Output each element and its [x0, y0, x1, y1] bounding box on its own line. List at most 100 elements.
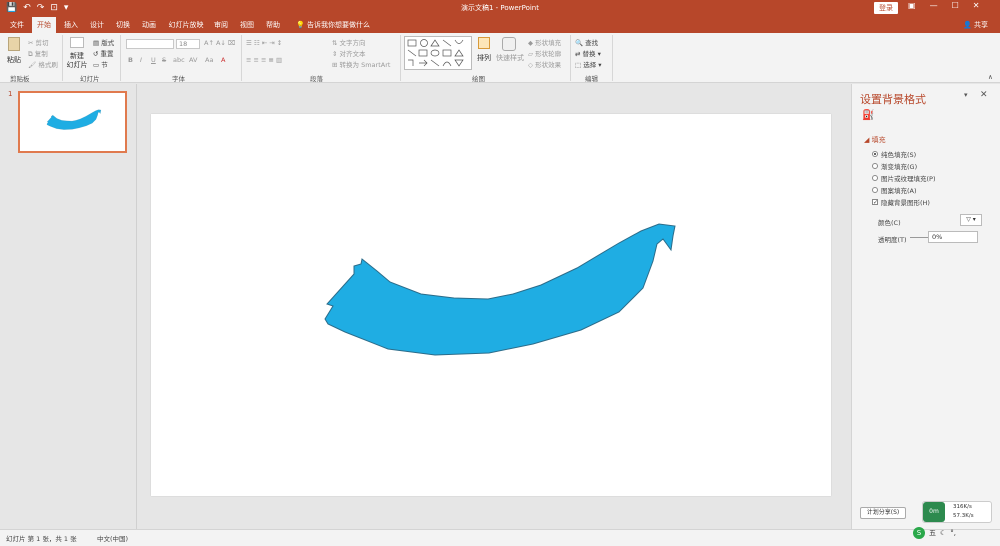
tab-animations[interactable]: 动画 [138, 17, 160, 33]
radio-button[interactable] [872, 187, 878, 193]
window-controls: ▣ — ☐ ✕ [908, 1, 979, 10]
language-status[interactable]: 中文(中国) [97, 533, 128, 543]
change-case-button[interactable]: Aa [205, 56, 213, 64]
collapse-ribbon-icon[interactable]: ∧ [988, 73, 993, 81]
ribbon-separator [62, 35, 63, 81]
punctuation-icon[interactable]: °, [950, 529, 956, 537]
reset-label: 重置 [100, 50, 114, 58]
cut-label: 剪切 [35, 39, 49, 47]
shape-fill-button[interactable]: ◆ 形状填充 [528, 37, 561, 47]
fill-section-header[interactable]: ◢ 填充 [864, 135, 886, 145]
picture-fill-option[interactable]: 图片或纹理填充(P) [872, 173, 936, 183]
layout-button[interactable]: ▤ 版式 [93, 37, 114, 47]
shape-outline-button[interactable]: ▱ 形状轮廓 [528, 48, 561, 58]
tab-help[interactable]: 帮助 [262, 17, 284, 33]
paste-button[interactable]: 粘贴 [4, 55, 24, 65]
sogou-icon[interactable]: S [913, 527, 925, 539]
paste-icon[interactable] [8, 37, 20, 51]
new-slide-button-line2[interactable]: 幻灯片 [64, 60, 90, 70]
hide-background-graphics-option[interactable]: ✓ 隐藏背景图形(H) [872, 197, 930, 207]
tab-home[interactable]: 开始 [32, 17, 56, 33]
tab-review[interactable]: 审阅 [210, 17, 232, 33]
select-button[interactable]: ⬚ 选择 ▾ [575, 59, 602, 69]
smartart-button[interactable]: ⊞ 转换为 SmartArt [332, 59, 390, 69]
pane-options-icon[interactable]: ▾ [964, 91, 968, 99]
find-label: 查找 [585, 39, 599, 47]
network-speed-widget: 0m 316K/s 57.3K/s [922, 501, 992, 523]
transparency-slider[interactable] [910, 237, 928, 238]
ime-mode-label[interactable]: 五 [929, 528, 936, 538]
color-picker-button[interactable]: ▽ ▾ [960, 214, 982, 226]
quick-styles-icon[interactable] [502, 37, 516, 51]
thumbnail-shape [46, 109, 102, 130]
replace-label: 替换 [582, 50, 596, 58]
radio-button[interactable] [872, 163, 878, 169]
section-button[interactable]: ▭ 节 [93, 59, 108, 69]
checkbox[interactable]: ✓ [872, 199, 878, 206]
slide-thumbnail[interactable] [18, 91, 127, 153]
tab-slideshow[interactable]: 幻灯片放映 [166, 17, 206, 33]
italic-button[interactable]: I [140, 56, 142, 64]
maximize-icon[interactable]: ☐ [952, 1, 959, 10]
transparency-input[interactable]: 0% [928, 231, 978, 243]
shape-fill-label: 形状填充 [535, 39, 562, 47]
radio-button[interactable] [872, 151, 878, 157]
tab-design[interactable]: 设计 [86, 17, 108, 33]
transparency-label: 透明度(T) [878, 236, 907, 244]
smartart-label: 转换为 SmartArt [339, 61, 391, 69]
moon-icon[interactable]: ☾ [940, 529, 946, 537]
color-label: 颜色(C) [878, 219, 901, 227]
tab-insert[interactable]: 插入 [60, 17, 82, 33]
tab-transitions[interactable]: 切换 [112, 17, 134, 33]
minimize-icon[interactable]: — [930, 1, 938, 10]
shapes-gallery[interactable] [404, 36, 472, 70]
font-family-combo[interactable] [126, 39, 174, 49]
pattern-fill-option[interactable]: 图案填充(A) [872, 185, 917, 195]
underline-button[interactable]: U [151, 56, 156, 64]
shape-effects-button[interactable]: ◇ 形状效果 [528, 59, 561, 69]
font-color-button[interactable]: A [221, 56, 225, 64]
share-button[interactable]: 👤 共享 [963, 17, 988, 33]
copy-button[interactable]: ⧉ 复制 [28, 48, 48, 59]
ribbon-display-icon[interactable]: ▣ [908, 1, 916, 10]
align-text-button[interactable]: ⇕ 对齐文本 [332, 48, 366, 58]
format-painter-button[interactable]: 🖌 格式刷 [28, 59, 58, 69]
radio-button[interactable] [872, 175, 878, 181]
upload-speed: 316K/s [953, 504, 972, 510]
solid-fill-option[interactable]: 纯色填充(S) [872, 149, 916, 159]
bold-button[interactable]: B [128, 56, 133, 64]
drawing-group-label: 绘图 [472, 75, 485, 83]
gradient-fill-option[interactable]: 渐变填充(G) [872, 161, 917, 171]
cut-button[interactable]: ✂ 剪切 [28, 37, 49, 47]
strikethrough-button[interactable]: S [162, 56, 166, 64]
shadow-button[interactable]: abc [173, 56, 185, 64]
tell-me-label: 告诉我你想要做什么 [306, 21, 370, 29]
char-spacing-button[interactable]: AV [189, 56, 197, 64]
replace-button[interactable]: ⇄ 替换 ▾ [575, 48, 601, 58]
fill-bucket-icon[interactable]: ⛽ [862, 110, 874, 121]
new-slide-icon[interactable] [70, 37, 84, 48]
arrange-button[interactable]: 排列 [474, 53, 494, 63]
slides-group-label: 幻灯片 [80, 75, 100, 83]
tab-view[interactable]: 视图 [236, 17, 258, 33]
font-size-combo[interactable]: 18 [176, 39, 200, 49]
close-icon[interactable]: ✕ [980, 90, 988, 100]
text-direction-button[interactable]: ⇅ 文字方向 [332, 37, 366, 47]
arrange-icon[interactable] [478, 37, 490, 49]
slide-canvas[interactable] [151, 114, 831, 496]
section-label: 节 [101, 61, 108, 69]
align-icons[interactable]: ≡ ≡ ≡ ≣ ▥ [246, 56, 282, 64]
login-button[interactable]: 登录 [874, 2, 898, 14]
quick-styles-button[interactable]: 快速样式 [496, 53, 524, 63]
find-button[interactable]: 🔍 查找 [575, 37, 598, 47]
option-label: 图片或纹理填充(P) [881, 175, 936, 183]
tell-me-search[interactable]: 💡 告诉我你想要做什么 [296, 17, 370, 33]
font-group-label: 字体 [172, 75, 185, 83]
bullets-icon[interactable]: ☰ ☷ ⇤ ⇥ ↕ [246, 39, 282, 47]
close-icon[interactable]: ✕ [973, 1, 980, 10]
ime-floating-bar[interactable]: 计划分享(S) [860, 507, 906, 519]
banana-shape[interactable] [324, 223, 676, 356]
reset-button[interactable]: ↺ 重置 [93, 48, 114, 58]
grow-font-icon[interactable]: A↑ A↓ ⌧ [204, 39, 235, 47]
tab-file[interactable]: 文件 [6, 17, 28, 33]
